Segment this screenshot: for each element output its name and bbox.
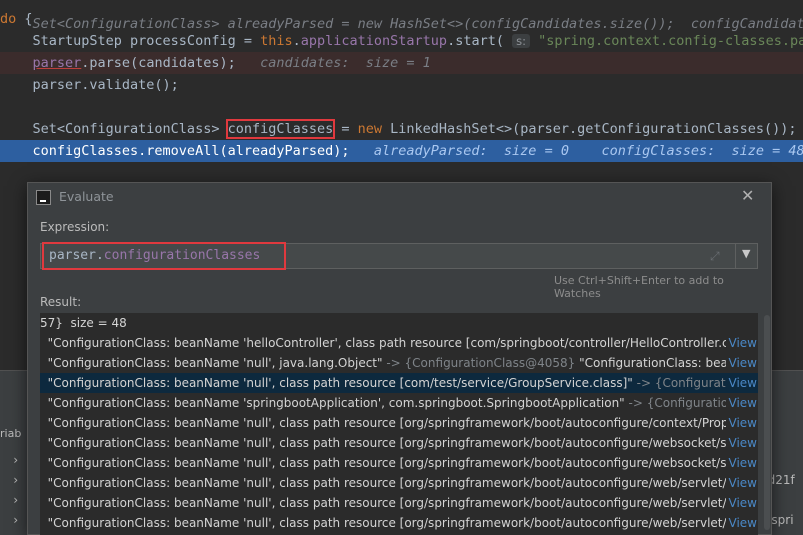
chevron-right-icon[interactable]: › bbox=[12, 453, 19, 467]
result-entry-text: "ConfigurationClass: beanName 'null', cl… bbox=[40, 456, 739, 470]
view-link[interactable]: View bbox=[725, 353, 758, 373]
chevron-right-icon[interactable]: › bbox=[12, 513, 19, 527]
view-link[interactable]: View bbox=[725, 453, 758, 473]
result-entry-row[interactable]: "ConfigurationClass: beanName 'null', cl… bbox=[40, 453, 758, 473]
chevron-right-icon[interactable]: › bbox=[12, 473, 19, 487]
result-tree[interactable]: 57} size = 48 "ConfigurationClass: beanN… bbox=[40, 313, 758, 535]
result-entry-row[interactable]: "ConfigurationClass: beanName 'null', cl… bbox=[40, 433, 758, 453]
result-entry-row[interactable]: "ConfigurationClass: beanName 'null', cl… bbox=[40, 493, 758, 513]
result-entry-text: "ConfigurationClass: beanName 'null', cl… bbox=[40, 476, 742, 490]
expression-object: parser bbox=[49, 248, 96, 263]
result-entry-row[interactable]: "ConfigurationClass: beanName 'null', cl… bbox=[40, 413, 758, 433]
view-link[interactable]: View bbox=[725, 373, 758, 393]
result-label: Result: bbox=[40, 295, 82, 309]
code-text: Set<ConfigurationClass> bbox=[0, 121, 228, 137]
code-text: configClasses.removeAll(alreadyParsed); bbox=[0, 143, 350, 159]
view-link[interactable]: View bbox=[725, 333, 758, 353]
code-line-configclasses: Set<ConfigurationClass> configClasses = … bbox=[0, 118, 803, 140]
string-literal: "spring.context.config-classes.pars bbox=[529, 33, 803, 49]
debug-tree-gutter: › › › › bbox=[0, 451, 30, 535]
code-line-do: do { bbox=[0, 8, 803, 30]
code-text: . bbox=[292, 33, 301, 49]
result-entry-text: "ConfigurationClass: beanName 'springboo… bbox=[40, 396, 625, 410]
highlighted-variable[interactable]: configClasses bbox=[225, 119, 336, 139]
dialog-title: Evaluate bbox=[59, 189, 114, 204]
code-line-validate: parser.validate(); bbox=[0, 74, 803, 96]
code-text: { bbox=[16, 11, 33, 27]
keyword-this: this bbox=[260, 33, 293, 49]
result-entry-row[interactable]: "ConfigurationClass: beanName 'helloCont… bbox=[40, 333, 758, 353]
view-link[interactable]: View bbox=[725, 413, 758, 433]
result-entry-text: "ConfigurationClass: beanName 'null', cl… bbox=[40, 516, 740, 530]
dialog-title-bar[interactable]: Evaluate ✕ bbox=[28, 183, 771, 211]
code-text: = bbox=[333, 121, 358, 137]
close-icon[interactable]: ✕ bbox=[741, 186, 754, 205]
result-scrollbar[interactable] bbox=[764, 315, 770, 530]
keyword-do: do bbox=[0, 11, 17, 27]
result-entry-text: "ConfigurationClass: beanName 'null', cl… bbox=[40, 376, 633, 390]
code-line-startup: StartupStep processConfig = this.applica… bbox=[0, 30, 803, 52]
result-entry-text: "ConfigurationClass: beanName 'null', ja… bbox=[40, 356, 383, 370]
chevron-right-icon[interactable]: › bbox=[12, 493, 19, 507]
code-text: .parse(candidates); bbox=[81, 55, 236, 71]
expression-field[interactable]: parser.configurationClasses ⤢ ▼ bbox=[40, 242, 758, 270]
inline-debug-value: candidates: size = 1 bbox=[235, 55, 431, 71]
history-dropdown-button[interactable]: ▼ bbox=[735, 244, 758, 268]
result-entry-row[interactable]: "ConfigurationClass: beanName 'springboo… bbox=[40, 393, 758, 413]
result-entry-text: "ConfigurationClass: beanName 'null', cl… bbox=[40, 416, 736, 430]
variable-parser[interactable]: parser bbox=[33, 55, 82, 71]
watch-shortcut-hint: Use Ctrl+Shift+Enter to add to Watches bbox=[554, 274, 724, 300]
result-entry-text: "ConfigurationClass: beanName 'null', cl… bbox=[40, 496, 742, 510]
keyword-new: new bbox=[357, 121, 383, 137]
code-text: LinkedHashSet<>(parser.getConfigurationC… bbox=[382, 121, 797, 137]
intellij-logo-icon bbox=[36, 190, 51, 205]
field-name: applicationStartup bbox=[300, 33, 448, 49]
view-link[interactable]: View bbox=[725, 393, 758, 413]
expression-field-name: configurationClasses bbox=[103, 248, 261, 263]
result-entry-row[interactable]: "ConfigurationClass: beanName 'null', ja… bbox=[40, 353, 758, 373]
expression-label: Expression: bbox=[40, 220, 110, 234]
parameter-hint: s: bbox=[512, 34, 530, 48]
code-line-parse: parser.parse(candidates); candidates: si… bbox=[0, 52, 803, 74]
result-entry-row[interactable]: "ConfigurationClass: beanName 'null', cl… bbox=[40, 373, 758, 393]
chevron-down-icon: ▼ bbox=[742, 247, 751, 260]
code-text: parser.validate(); bbox=[0, 77, 179, 93]
code-text: .start( bbox=[447, 33, 513, 49]
expression-input[interactable]: parser.configurationClasses bbox=[41, 244, 733, 268]
result-entry-text: 57} size = 48 bbox=[40, 316, 127, 330]
result-entry-row[interactable]: "ConfigurationClass: beanName 'null', cl… bbox=[40, 513, 758, 533]
expand-icon[interactable]: ⤢ bbox=[710, 249, 720, 264]
view-link[interactable]: View bbox=[725, 473, 758, 493]
result-entry-text: "ConfigurationClass: beanName 'helloCont… bbox=[40, 336, 740, 350]
view-link[interactable]: View bbox=[725, 513, 758, 533]
variables-tab[interactable]: riab bbox=[0, 427, 30, 447]
expression-dot: . bbox=[95, 248, 104, 263]
evaluate-dialog: Evaluate ✕ Expression: parser.configurat… bbox=[27, 182, 772, 535]
view-link[interactable]: View bbox=[725, 493, 758, 513]
result-summary-row[interactable]: 57} size = 48 bbox=[40, 313, 758, 333]
code-text: StartupStep processConfig = bbox=[0, 33, 261, 49]
result-entry-type: -> {ConfigurationClass@4058} bbox=[382, 356, 580, 370]
inline-debug-value: alreadyParsed: size = 0 configClasses: s… bbox=[349, 143, 803, 159]
result-entry-text: "ConfigurationClass: beanName 'null', cl… bbox=[40, 436, 739, 450]
execution-line: configClasses.removeAll(alreadyParsed); … bbox=[0, 140, 803, 162]
result-entry-row[interactable]: "ConfigurationClass: beanName 'null', cl… bbox=[40, 473, 758, 493]
view-link[interactable]: View bbox=[725, 433, 758, 453]
